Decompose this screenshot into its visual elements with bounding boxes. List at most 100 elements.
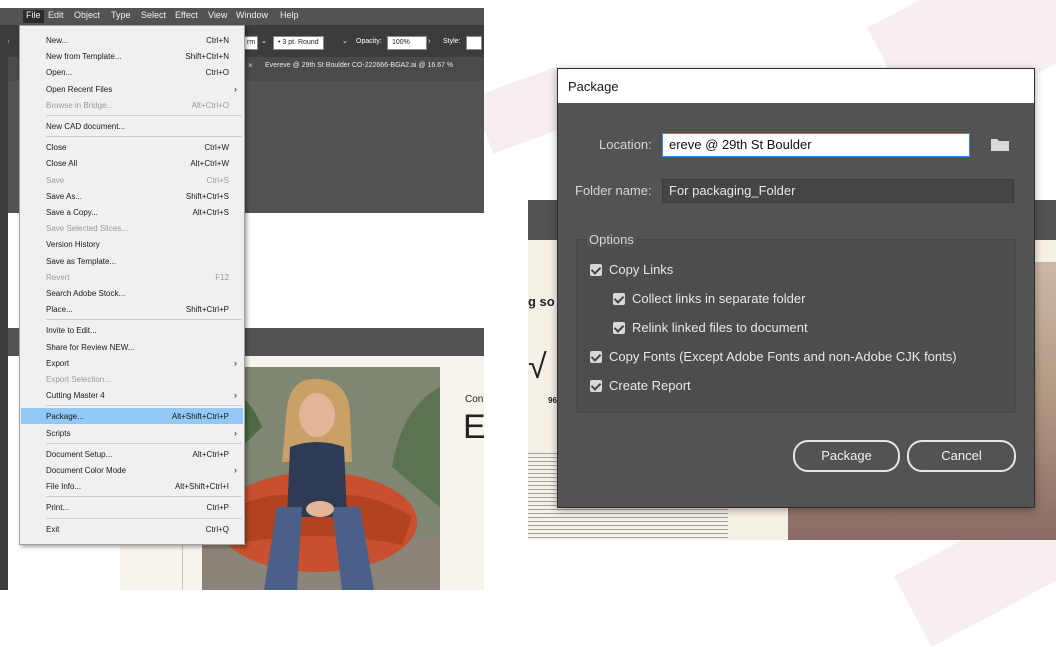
menu-item-invite-to-edit[interactable]: Invite to Edit...	[21, 322, 243, 338]
menu-item-export[interactable]: Export ›	[21, 355, 243, 371]
menu-item-version-history[interactable]: Version History	[21, 236, 243, 252]
menu-item-shortcut: Alt+Shift+Ctrl+P	[171, 412, 229, 422]
menu-item-open[interactable]: Open... Ctrl+O	[21, 64, 243, 80]
menu-item-search-adobe-stock[interactable]: Search Adobe Stock...	[21, 285, 243, 301]
menu-item-save-selected-slices: Save Selected Slices...	[21, 220, 243, 236]
dialog-title: Package	[568, 79, 619, 94]
menu-item-exit[interactable]: Exit Ctrl+Q	[21, 521, 243, 537]
cancel-button[interactable]: Cancel	[907, 440, 1016, 472]
menu-item-document-setup[interactable]: Document Setup... Alt+Ctrl+P	[21, 446, 243, 462]
menu-item-revert: Revert F12	[21, 269, 243, 285]
menu-item-document-color-mode[interactable]: Document Color Mode ›	[21, 462, 243, 478]
artboard-text: Con	[465, 394, 484, 405]
menu-item-cutting-master-4[interactable]: Cutting Master 4 ›	[21, 387, 243, 403]
menu-type[interactable]: Type	[111, 10, 131, 20]
chevron-right-icon: ›	[234, 83, 237, 94]
folder-name-input[interactable]: For packaging_Folder	[662, 179, 1014, 203]
menu-item-shortcut: Ctrl+N	[206, 36, 229, 45]
relink-files-checkbox[interactable]	[613, 322, 625, 334]
menu-separator	[46, 517, 242, 519]
close-icon[interactable]: ×	[248, 61, 253, 70]
menu-item-shortcut: F12	[215, 272, 229, 282]
menu-item-close-all[interactable]: Close All Alt+Ctrl+W	[21, 155, 243, 171]
menu-item-shortcut: Ctrl+Q	[205, 524, 229, 534]
menu-item-label: Save As...	[46, 191, 83, 201]
menu-item-label: Search Adobe Stock...	[46, 289, 126, 298]
menu-item-label: Export	[46, 358, 70, 368]
menu-item-new-from-template[interactable]: New from Template... Shift+Ctrl+N	[21, 48, 243, 64]
dialog-titlebar: Package	[558, 69, 1034, 103]
menu-item-share-for-review-new[interactable]: Share for Review NEW...	[21, 339, 243, 355]
menu-item-browse-in-bridge: Browse in Bridge... Alt+Ctrl+O	[21, 97, 243, 113]
copy-links-checkbox[interactable]	[590, 264, 602, 276]
menu-item-label: Save a Copy...	[46, 208, 98, 217]
menu-item-shortcut: Ctrl+S	[206, 175, 229, 185]
copy-fonts-checkbox[interactable]	[590, 351, 602, 363]
menu-window[interactable]: Window	[236, 10, 268, 20]
brush-value: 3 pt. Round	[282, 39, 319, 46]
location-label: Location:	[599, 137, 652, 152]
menu-item-label: Close All	[46, 159, 78, 169]
menu-object[interactable]: Object	[74, 10, 100, 20]
menu-item-label: Place...	[46, 305, 73, 315]
menu-item-label: Version History	[46, 240, 100, 250]
menu-separator	[46, 442, 242, 444]
folder-name-label: Folder name:	[575, 183, 652, 198]
style-swatch[interactable]	[466, 36, 482, 50]
brush-select[interactable]: • 3 pt. Round	[273, 36, 324, 50]
menu-item-print[interactable]: Print... Ctrl+P	[21, 499, 243, 515]
menu-help[interactable]: Help	[280, 10, 299, 20]
menu-item-shortcut: Alt+Shift+Ctrl+I	[174, 482, 229, 492]
style-label: Style:	[443, 38, 461, 45]
folder-name-value: For packaging_Folder	[669, 183, 796, 198]
menu-item-label: Browse in Bridge...	[46, 100, 114, 110]
menu-item-label: Document Color Mode	[46, 466, 127, 475]
chevron-down-icon[interactable]: ⌄	[261, 36, 267, 48]
menu-item-label: Open Recent Files	[46, 84, 113, 94]
opacity-field[interactable]: 100%	[387, 36, 427, 50]
menu-item-shortcut: Shift+Ctrl+N	[185, 52, 229, 62]
menu-item-place[interactable]: Place... Shift+Ctrl+P	[21, 301, 243, 317]
menu-item-save: Save Ctrl+S	[21, 172, 243, 188]
menu-edit[interactable]: Edit	[48, 10, 64, 20]
menu-item-save-as-template[interactable]: Save as Template...	[21, 253, 243, 269]
menu-bar: File Edit Object Type Select Effect View…	[0, 8, 484, 25]
create-report-checkbox[interactable]	[590, 380, 602, 392]
menu-item-label: Print...	[46, 503, 70, 513]
chevron-right-icon: ›	[234, 357, 237, 368]
illustrator-window: File Edit Object Type Select Effect View…	[0, 8, 484, 590]
menu-item-scripts[interactable]: Scripts ›	[21, 425, 243, 441]
menu-item-label: File Info...	[46, 482, 82, 492]
menu-effect[interactable]: Effect	[175, 10, 198, 20]
opacity-label: Opacity:	[356, 38, 382, 45]
folder-icon[interactable]	[990, 137, 1010, 152]
menu-item-open-recent-files[interactable]: Open Recent Files ›	[21, 81, 243, 97]
collect-links-checkbox[interactable]	[613, 293, 625, 305]
checkmark-glyph: √	[528, 348, 547, 386]
menu-item-label: Scripts	[46, 428, 71, 438]
package-button[interactable]: Package	[793, 440, 900, 472]
package-dialog: Package Location: ereve @ 29th St Boulde…	[557, 68, 1035, 508]
chevron-down-icon[interactable]: ⌄	[342, 36, 348, 48]
menu-item-label: Save Selected Slices...	[46, 224, 128, 234]
menu-item-shortcut: Alt+Ctrl+W	[190, 159, 229, 169]
menu-item-new[interactable]: New... Ctrl+N	[21, 32, 243, 48]
tools-panel	[0, 25, 8, 590]
menu-view[interactable]: View	[208, 10, 227, 20]
document-tab[interactable]: Evereve @ 29th St Boulder CO-222666-BGA2…	[265, 62, 453, 69]
menu-item-close[interactable]: Close Ctrl+W	[21, 139, 243, 155]
options-label: Options	[587, 232, 636, 247]
copy-fonts-label: Copy Fonts (Except Adobe Fonts and non-A…	[609, 349, 957, 364]
menu-select[interactable]: Select	[141, 10, 166, 20]
menu-file[interactable]: File	[23, 10, 44, 23]
menu-item-file-info[interactable]: File Info... Alt+Shift+Ctrl+I	[21, 478, 243, 494]
artboard-text: g so	[528, 294, 555, 309]
stroke-field[interactable]: rm	[244, 36, 259, 50]
menu-item-save-a-copy[interactable]: Save a Copy... Alt+Ctrl+S	[21, 204, 243, 220]
chevron-right-icon[interactable]: ›	[428, 36, 430, 48]
menu-item-new-cad-document[interactable]: New CAD document...	[21, 118, 243, 134]
location-input[interactable]: ereve @ 29th St Boulder	[662, 133, 970, 157]
menu-item-shortcut: Shift+Ctrl+P	[185, 305, 229, 315]
menu-item-package[interactable]: Package... Alt+Shift+Ctrl+P	[21, 408, 243, 425]
menu-item-save-as[interactable]: Save As... Shift+Ctrl+S	[21, 188, 243, 204]
